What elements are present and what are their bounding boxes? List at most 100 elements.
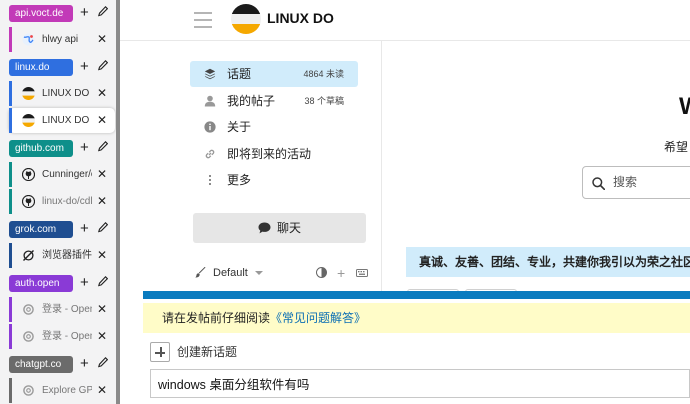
- tab-group-header: grok.com +: [0, 219, 116, 241]
- grok-icon: [22, 249, 35, 262]
- close-tab-icon[interactable]: ✕: [97, 297, 107, 322]
- add-section-icon[interactable]: +: [337, 263, 345, 283]
- composer-notice: 请在发帖前仔细阅读《常见问题解答》: [143, 303, 690, 333]
- tab-group-chip[interactable]: auth.open: [9, 275, 73, 292]
- edit-group-icon[interactable]: [98, 6, 108, 18]
- browser-tab[interactable]: LINUX DO - ✕: [9, 81, 115, 106]
- browser-tab[interactable]: LINUX DO - ✕: [9, 108, 115, 133]
- color-scheme-toggle-icon[interactable]: [316, 267, 327, 278]
- info-icon: [204, 121, 216, 133]
- browser-tab[interactable]: 登录 - Open ✕: [9, 324, 115, 349]
- tab-group-bar: [9, 324, 12, 349]
- add-tab-icon[interactable]: +: [80, 4, 89, 22]
- search-placeholder: 搜索: [613, 175, 638, 189]
- sidebar-nav-item[interactable]: 即将到来的活动: [190, 141, 358, 167]
- edit-group-icon[interactable]: [98, 60, 108, 72]
- sidebar-nav-item[interactable]: 更多: [190, 167, 358, 193]
- tab-group-header: auth.open +: [0, 273, 116, 295]
- close-tab-icon[interactable]: ✕: [97, 108, 107, 133]
- browser-window: api.voct.de + hlwy api ✕ linux.do + LINUX DO -…: [0, 0, 690, 404]
- welcome-title: W: [679, 93, 690, 121]
- close-tab-icon[interactable]: ✕: [97, 81, 107, 106]
- theme-selector-row: Default +: [195, 263, 375, 283]
- chat-button[interactable]: 聊天: [193, 213, 366, 243]
- add-tab-icon[interactable]: +: [80, 220, 89, 238]
- paintbrush-icon: [195, 267, 206, 278]
- keyboard-shortcuts-icon[interactable]: [356, 269, 368, 277]
- close-tab-icon[interactable]: ✕: [97, 324, 107, 349]
- topic-composer: 请在发帖前仔细阅读《常见问题解答》 创建新话题: [143, 291, 690, 404]
- tab-group-bar: [9, 243, 12, 268]
- search-input[interactable]: 搜索: [582, 166, 690, 199]
- composer-resize-grip[interactable]: [143, 291, 690, 299]
- site-header: LINUX DO: [120, 0, 690, 41]
- tab-group-chip[interactable]: chatgpt.co: [9, 356, 73, 373]
- vertical-tab-strip: api.voct.de + hlwy api ✕ linux.do + LINUX DO -…: [0, 0, 119, 404]
- add-tab-icon[interactable]: +: [80, 355, 89, 373]
- tab-group-chip[interactable]: api.voct.de: [9, 5, 73, 22]
- browser-tab[interactable]: 浏览器插件 ✕: [9, 243, 115, 268]
- tab-group-chip[interactable]: linux.do: [9, 59, 73, 76]
- add-tab-icon[interactable]: +: [80, 274, 89, 292]
- linux-do-logo[interactable]: [231, 4, 261, 34]
- tab-group-bar: [9, 81, 12, 106]
- sidebar-nav-item[interactable]: 我的帖子 38 个草稿: [190, 88, 358, 114]
- tab-group-chip[interactable]: grok.com: [9, 221, 73, 238]
- browser-tab[interactable]: Cunninger/o ✕: [9, 162, 115, 187]
- link-icon: [204, 148, 216, 160]
- more-vertical-icon: [204, 174, 216, 186]
- close-tab-icon[interactable]: ✕: [97, 378, 107, 403]
- browser-tab[interactable]: Explore GPT ✕: [9, 378, 115, 403]
- chat-bubble-icon: [258, 222, 271, 234]
- browser-tab[interactable]: linux-do/cdl ✕: [9, 189, 115, 214]
- new-topic-plus-button[interactable]: [150, 342, 170, 362]
- tab-group-bar: [9, 27, 12, 52]
- sidebar-nav-label: 话题: [227, 67, 252, 81]
- tab-title: Cunninger/o: [42, 169, 92, 180]
- tab-title: LINUX DO -: [42, 88, 92, 99]
- tab-title: 浏览器插件: [42, 250, 92, 261]
- tab-group-header: api.voct.de +: [0, 3, 116, 25]
- sidebar-nav-label: 即将到来的活动: [227, 146, 312, 161]
- globe-icon: [22, 33, 35, 46]
- tab-title: Explore GPT: [42, 385, 92, 396]
- tab-group-bar: [9, 297, 12, 322]
- close-tab-icon[interactable]: ✕: [97, 162, 107, 187]
- tab-group-header: chatgpt.co +: [0, 354, 116, 376]
- edit-group-icon[interactable]: [98, 222, 108, 234]
- close-tab-icon[interactable]: ✕: [97, 243, 107, 268]
- hamburger-menu-icon[interactable]: [194, 12, 212, 28]
- announcement-banner: 真诚、友善、团结、专业，共建你我引以为荣之社区: [406, 247, 690, 277]
- notice-text: 请在发帖前仔细阅读《常见问题解答》: [162, 303, 366, 333]
- openai-icon: [22, 384, 35, 397]
- close-tab-icon[interactable]: ✕: [97, 189, 107, 214]
- close-tab-icon[interactable]: ✕: [97, 27, 107, 52]
- github-icon: [21, 167, 36, 182]
- tab-group-header: github.com +: [0, 138, 116, 160]
- edit-group-icon[interactable]: [98, 141, 108, 153]
- sidebar-nav-label: 关于: [227, 120, 252, 134]
- faq-link[interactable]: 《常见问题解答》: [270, 311, 366, 325]
- tab-group-bar: [9, 189, 12, 214]
- tab-group-chip[interactable]: github.com: [9, 140, 73, 157]
- browser-tab[interactable]: hlwy api ✕: [9, 27, 115, 52]
- edit-group-icon[interactable]: [98, 357, 108, 369]
- sidebar-nav-item[interactable]: 关于: [190, 114, 358, 140]
- sidebar-nav-item[interactable]: 话题 4864 未读: [190, 61, 358, 87]
- theme-dropdown[interactable]: Default: [213, 263, 248, 283]
- layers-icon: [204, 68, 216, 80]
- add-tab-icon[interactable]: +: [80, 139, 89, 157]
- browser-tab[interactable]: 登录 - Open ✕: [9, 297, 115, 322]
- add-tab-icon[interactable]: +: [80, 58, 89, 76]
- linux-do-icon: [22, 87, 35, 100]
- linux-do-icon: [22, 114, 35, 127]
- tab-title: 登录 - Open: [42, 331, 92, 342]
- edit-group-icon[interactable]: [98, 276, 108, 288]
- caret-down-icon[interactable]: [255, 271, 263, 275]
- tab-title: linux-do/cdl: [42, 196, 92, 207]
- topic-title-input[interactable]: [150, 369, 690, 398]
- tab-group-bar: [9, 108, 12, 133]
- new-topic-label[interactable]: 创建新话题: [177, 342, 237, 362]
- site-name[interactable]: LINUX DO: [267, 10, 334, 26]
- sidebar-nav-label: 我的帖子: [227, 93, 276, 108]
